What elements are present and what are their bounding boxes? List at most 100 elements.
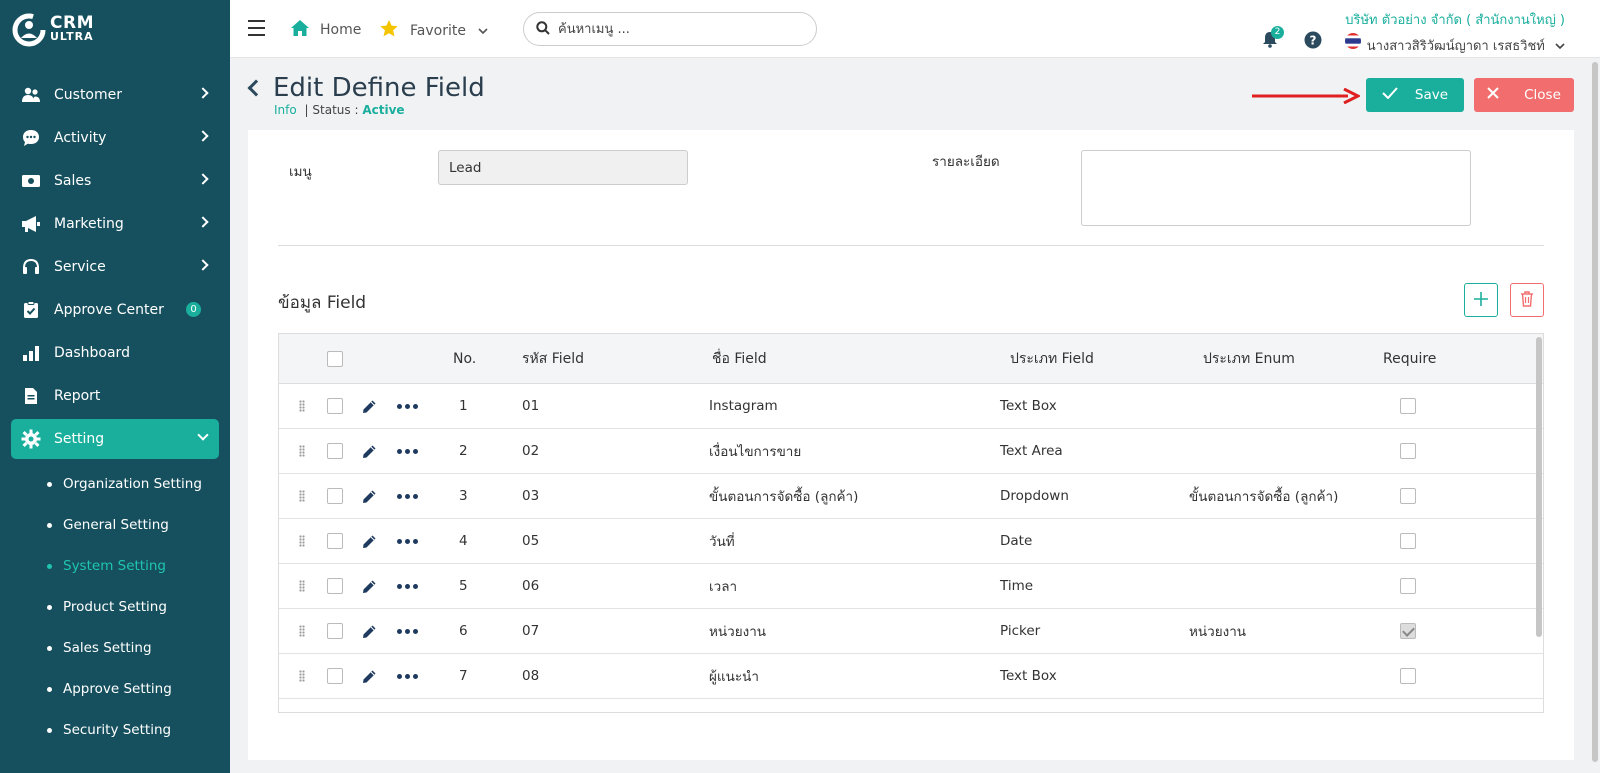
home-link[interactable]: Home <box>290 19 361 41</box>
close-button[interactable]: Close <box>1474 78 1574 112</box>
more-options-button[interactable] <box>397 564 418 608</box>
pencil-icon <box>363 400 376 413</box>
company-user-info[interactable]: บริษัท ตัวอย่าง จำกัด ( สำนักงานใหญ่ ) น… <box>1345 9 1565 56</box>
sidebar-item-label: Activity <box>54 130 107 146</box>
sidebar-item-sales[interactable]: Sales <box>11 161 219 201</box>
divider <box>278 245 1544 246</box>
header-require: Require <box>1383 350 1437 367</box>
help-button[interactable]: ? <box>1304 31 1322 53</box>
delete-field-button[interactable] <box>1510 283 1544 317</box>
drag-handle-icon[interactable] <box>299 400 305 412</box>
drag-handle-icon[interactable] <box>299 580 305 592</box>
more-options-button[interactable] <box>397 384 418 428</box>
menu-search[interactable] <box>523 12 817 46</box>
edit-button[interactable] <box>361 564 378 608</box>
favorite-dropdown[interactable]: Favorite <box>379 19 488 42</box>
approve-count-badge: 0 <box>186 302 201 317</box>
submenu-organization-setting[interactable]: Organization Setting <box>0 463 230 504</box>
table-row[interactable]: 5 06 เวลา Time <box>279 564 1543 609</box>
edit-button[interactable] <box>361 609 378 653</box>
table-scrollbar[interactable] <box>1536 337 1542 637</box>
sidebar-item-setting[interactable]: Setting <box>11 419 219 459</box>
table-row[interactable]: 7 08 ผู้แนะนำ Text Box <box>279 654 1543 699</box>
require-checkbox[interactable] <box>1400 488 1416 504</box>
cell-code: 03 <box>522 488 540 504</box>
submenu-system-setting[interactable]: System Setting <box>0 545 230 586</box>
edit-button[interactable] <box>361 384 378 428</box>
sidebar-item-approve-center[interactable]: Approve Center 0 <box>11 290 219 330</box>
back-chevron-icon[interactable] <box>247 79 265 97</box>
svg-text:?: ? <box>1310 34 1317 48</box>
require-checkbox[interactable] <box>1400 533 1416 549</box>
row-checkbox[interactable] <box>327 623 343 639</box>
save-label: Save <box>1414 87 1449 103</box>
more-options-button[interactable] <box>397 609 418 653</box>
row-checkbox[interactable] <box>327 488 343 504</box>
sidebar-item-dashboard[interactable]: Dashboard <box>11 333 219 373</box>
row-checkbox[interactable] <box>327 398 343 414</box>
table-row[interactable]: 3 03 ขั้นตอนการจัดซื้อ (ลูกค้า) Dropdown ขั้… <box>279 474 1543 519</box>
menu-field[interactable] <box>438 150 688 185</box>
more-options-button[interactable] <box>397 474 418 518</box>
hamburger-menu-icon[interactable] <box>248 20 265 36</box>
row-checkbox[interactable] <box>327 443 343 459</box>
drag-handle-icon[interactable] <box>299 625 305 637</box>
sidebar-item-customer[interactable]: Customer <box>11 75 219 115</box>
page-scrollbar[interactable] <box>1592 62 1598 762</box>
cell-type: Text Area <box>1000 443 1063 459</box>
table-row[interactable]: 1 01 Instagram Text Box <box>279 384 1543 429</box>
chevron-right-icon <box>197 173 209 185</box>
close-label: Close <box>1524 87 1561 103</box>
drag-handle-icon[interactable] <box>299 535 305 547</box>
cell-name: เวลา <box>709 579 738 595</box>
header-enum: ประเภท Enum <box>1203 350 1295 367</box>
require-checkbox[interactable] <box>1400 578 1416 594</box>
save-button[interactable]: Save <box>1366 78 1464 112</box>
more-options-button[interactable] <box>397 654 418 698</box>
submenu-security-setting[interactable]: Security Setting <box>0 709 230 750</box>
edit-button[interactable] <box>361 429 378 473</box>
table-row[interactable]: 2 02 เงื่อนไขการขาย Text Area <box>279 429 1543 474</box>
search-icon <box>536 20 550 39</box>
require-checkbox[interactable] <box>1400 623 1416 639</box>
fields-table: No. รหัส Field ชื่อ Field ประเภท Field ป… <box>278 333 1544 713</box>
info-tab[interactable]: Info <box>274 103 297 117</box>
submenu-sales-setting[interactable]: Sales Setting <box>0 627 230 668</box>
submenu-product-setting[interactable]: Product Setting <box>0 586 230 627</box>
require-checkbox[interactable] <box>1400 668 1416 684</box>
drag-handle-icon[interactable] <box>299 490 305 502</box>
sidebar-item-service[interactable]: Service <box>11 247 219 287</box>
logo[interactable]: CRM ULTRA <box>12 10 94 50</box>
row-checkbox[interactable] <box>327 668 343 684</box>
cell-no: 3 <box>459 488 468 504</box>
more-icon <box>397 448 418 454</box>
row-checkbox[interactable] <box>327 533 343 549</box>
require-checkbox[interactable] <box>1400 443 1416 459</box>
edit-button[interactable] <box>361 474 378 518</box>
sidebar-item-activity[interactable]: Activity <box>11 118 219 158</box>
drag-handle-icon[interactable] <box>299 670 305 682</box>
require-checkbox[interactable] <box>1400 398 1416 414</box>
status-value: Active <box>362 103 405 117</box>
edit-button[interactable] <box>361 654 378 698</box>
cell-type: Time <box>1000 578 1034 594</box>
more-options-button[interactable] <box>397 429 418 473</box>
notification-count-badge: 2 <box>1271 26 1284 39</box>
row-checkbox[interactable] <box>327 578 343 594</box>
add-field-button[interactable] <box>1464 283 1498 317</box>
sidebar-item-report[interactable]: Report <box>11 376 219 416</box>
notification-bell[interactable]: 2 <box>1262 26 1284 52</box>
table-row[interactable]: 6 07 หน่วยงาน Picker หน่วยงาน <box>279 609 1543 654</box>
edit-button[interactable] <box>361 519 378 563</box>
help-icon: ? <box>1304 31 1322 53</box>
table-row[interactable]: 4 05 วันที่ Date <box>279 519 1543 564</box>
drag-handle-icon[interactable] <box>299 445 305 457</box>
search-input[interactable] <box>558 21 788 37</box>
detail-label: รายละเอียด <box>932 154 1000 170</box>
submenu-approve-setting[interactable]: Approve Setting <box>0 668 230 709</box>
detail-textarea[interactable] <box>1081 150 1471 226</box>
more-options-button[interactable] <box>397 519 418 563</box>
sidebar-item-marketing[interactable]: Marketing <box>11 204 219 244</box>
select-all-checkbox[interactable] <box>327 350 343 367</box>
submenu-general-setting[interactable]: General Setting <box>0 504 230 545</box>
